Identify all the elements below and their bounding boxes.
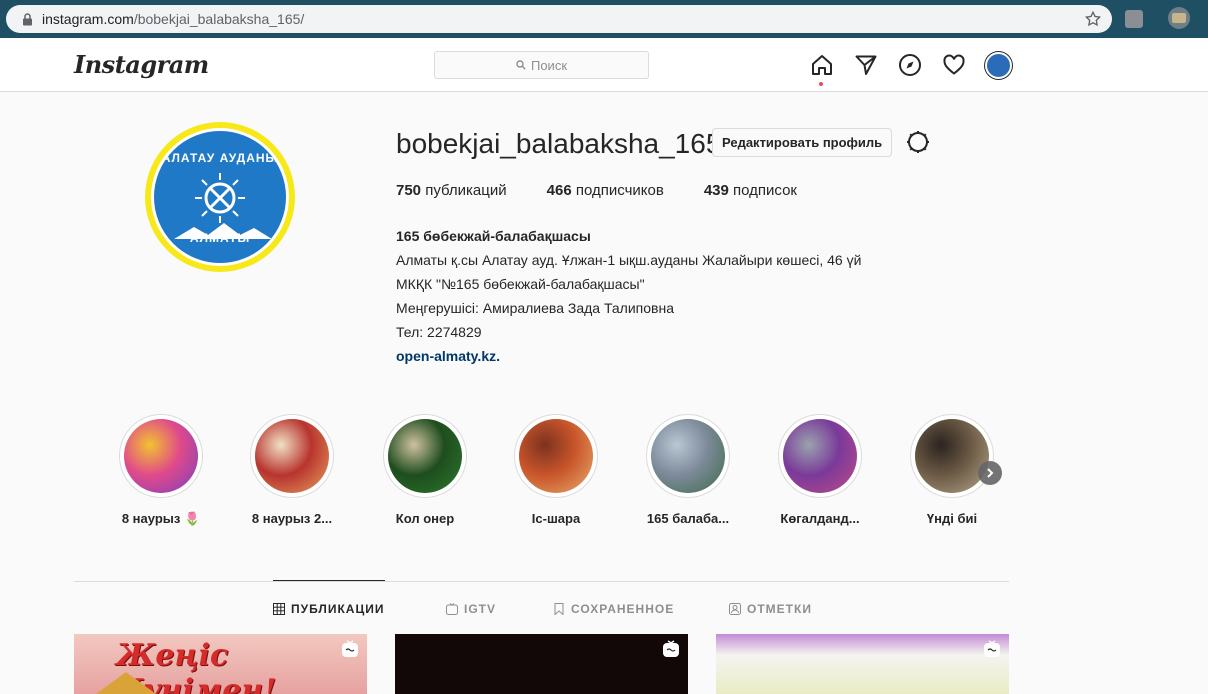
highlight-ring <box>778 414 862 498</box>
stat-followers-count: 466 <box>546 182 572 199</box>
highlight-ring <box>250 414 334 498</box>
stat-following-label: подписок <box>733 182 797 199</box>
profile-username: bobekjai_balabaksha_165 <box>396 128 722 159</box>
highlight-label: Көгалданд... <box>780 511 860 526</box>
search-placeholder: Поиск <box>530 57 568 73</box>
url-text: instagram.com/bobekjai_balabaksha_165/ <box>42 11 304 27</box>
home-icon[interactable] <box>809 52 835 78</box>
edit-profile-button[interactable]: Редактировать профиль <box>712 128 893 157</box>
stat-followers-label: подписчиков <box>575 182 664 199</box>
url-path: /bobekjai_balabaksha_165/ <box>133 11 305 27</box>
post-thumbnail[interactable]: Жеңіс Күнімен! <box>74 634 367 694</box>
tab-posts-label: ПУБЛИКАЦИИ <box>291 602 385 616</box>
profile-stats: 750 публикаций 466 подписчиков 439 подпи… <box>396 182 837 199</box>
stat-posts: 750 публикаций <box>396 182 507 199</box>
profile-avatar[interactable]: АЛАТАУ АУДАНЫ АЛМАТЫ <box>145 122 295 272</box>
highlight-label: 8 наурыз 2... <box>251 511 333 526</box>
highlight-item[interactable]: Үнді биі <box>910 414 994 526</box>
top-navigation: Instagram Поиск <box>0 38 1208 92</box>
bookmark-icon <box>553 603 565 615</box>
activity-heart-icon[interactable] <box>941 52 967 78</box>
bio-line: Меңгерушісі: Амиралиева Зада Талиповна <box>396 300 674 316</box>
highlight-ring <box>910 414 994 498</box>
highlight-item[interactable]: 8 наурыз 2... <box>250 414 334 526</box>
settings-gear-icon[interactable] <box>905 129 931 155</box>
tab-saved[interactable]: СОХРАНЕННОЕ <box>553 602 674 616</box>
post-thumbnail[interactable] <box>716 634 1009 694</box>
highlight-cover <box>388 419 462 493</box>
avatar-emblem: АЛАТАУ АУДАНЫ АЛМАТЫ <box>151 128 289 266</box>
highlight-item[interactable]: 165 балаба... <box>646 414 730 526</box>
bookmark-star-icon[interactable] <box>1084 10 1102 28</box>
active-tab-indicator <box>273 580 385 581</box>
emblem-sun-icon <box>195 173 245 223</box>
tagged-user-icon <box>729 603 741 615</box>
stat-following-count: 439 <box>703 182 729 199</box>
highlight-cover <box>519 419 593 493</box>
bio-name: 165 бөбекжай-балабақшасы <box>396 228 591 244</box>
highlight-item[interactable]: Көгалданд... <box>778 414 862 526</box>
highlight-label: 165 балаба... <box>646 511 730 526</box>
highlight-cover <box>255 419 329 493</box>
bio-line: Алматы қ.сы Алатау ауд. Ұлжан-1 ықш.ауда… <box>396 252 862 268</box>
highlight-cover <box>783 419 857 493</box>
highlight-cover <box>651 419 725 493</box>
instagram-logo[interactable]: Instagram <box>74 50 209 79</box>
highlight-cover <box>915 419 989 493</box>
profile-avatar-nav[interactable] <box>985 52 1012 79</box>
explore-icon[interactable] <box>897 52 923 78</box>
highlight-ring <box>514 414 598 498</box>
tab-tagged-label: ОТМЕТКИ <box>747 602 812 616</box>
search-input[interactable]: Поиск <box>434 51 649 79</box>
url-host: instagram.com <box>42 11 134 27</box>
tab-tagged[interactable]: ОТМЕТКИ <box>729 602 812 616</box>
highlight-item[interactable]: Кол онер <box>383 414 467 526</box>
search-icon <box>516 60 526 70</box>
tab-igtv-label: IGTV <box>464 602 497 616</box>
post-decoration <box>96 672 156 694</box>
browser-profile-avatar[interactable] <box>1168 7 1190 29</box>
chevron-right-icon <box>987 468 994 478</box>
post-thumbnail[interactable] <box>395 634 688 694</box>
highlight-ring <box>383 414 467 498</box>
profile-bio: 165 бөбекжай-балабақшасы Алматы қ.сы Ала… <box>396 224 861 368</box>
highlight-ring <box>646 414 730 498</box>
stat-followers[interactable]: 466 подписчиков <box>547 182 664 199</box>
highlight-label: 8 наурыз 🌷 <box>121 511 201 526</box>
igtv-badge-icon <box>663 640 679 657</box>
highlight-item[interactable]: Іс-шара <box>514 414 598 526</box>
igtv-icon <box>446 603 458 615</box>
lock-icon <box>16 12 38 26</box>
highlight-cover <box>124 419 198 493</box>
tab-saved-label: СОХРАНЕННОЕ <box>571 602 675 616</box>
stat-following[interactable]: 439 подписок <box>704 182 797 199</box>
avatar-top-text: АЛАТАУ АУДАНЫ <box>161 151 279 165</box>
notification-dot <box>819 82 823 86</box>
highlights-next-button[interactable] <box>978 461 1002 485</box>
address-bar[interactable]: instagram.com/bobekjai_balabaksha_165/ <box>6 5 1112 33</box>
tab-posts[interactable]: ПУБЛИКАЦИИ <box>273 602 384 616</box>
stat-posts-label: публикаций <box>425 182 507 199</box>
bio-line: МКҚК "№165 бөбекжай-балабақшасы" <box>396 276 645 292</box>
bio-line: Тел: 2274829 <box>396 324 482 340</box>
grid-icon <box>273 603 285 615</box>
highlight-label: Іс-шара <box>531 511 581 526</box>
tab-igtv[interactable]: IGTV <box>446 602 496 616</box>
extension-icon[interactable] <box>1125 10 1143 28</box>
highlight-ring <box>119 414 203 498</box>
igtv-badge-icon <box>342 640 358 657</box>
direct-messages-icon[interactable] <box>853 52 879 78</box>
highlight-label: Кол онер <box>395 511 455 526</box>
tabs-divider <box>74 581 1009 582</box>
stat-posts-count: 750 <box>396 182 422 199</box>
bio-link[interactable]: open-almaty.kz. <box>396 344 861 368</box>
highlight-item[interactable]: 8 наурыз 🌷 <box>119 414 203 526</box>
browser-chrome: instagram.com/bobekjai_balabaksha_165/ <box>0 0 1208 38</box>
avatar-bottom-text: АЛМАТЫ <box>189 231 251 245</box>
igtv-badge-icon <box>984 640 1000 657</box>
highlight-label: Үнді биі <box>926 511 978 526</box>
